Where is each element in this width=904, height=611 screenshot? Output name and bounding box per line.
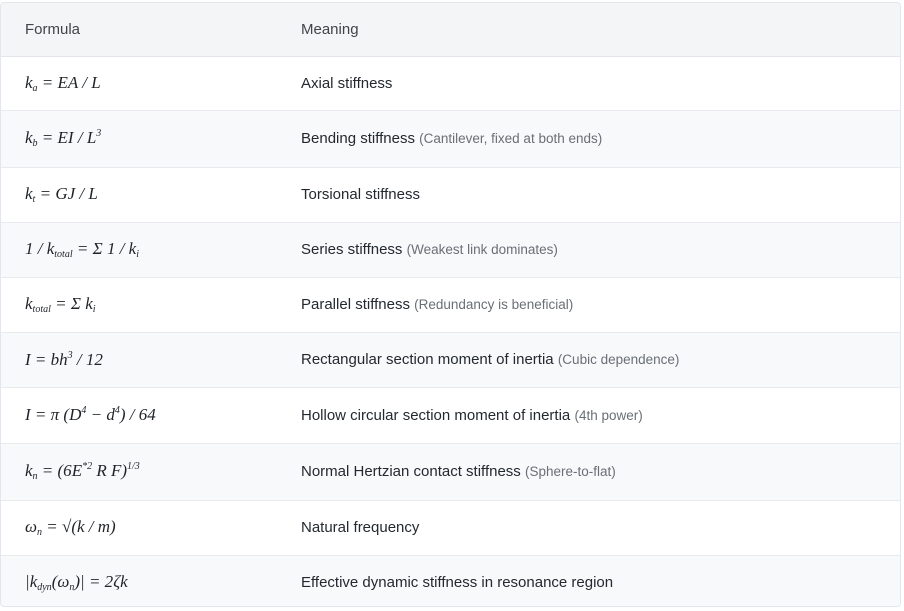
- formula-table: Formula Meaning ka = EA / L Axial stiffn…: [0, 2, 901, 607]
- formula-cell: kn = (6E*2 R F)1/3: [25, 461, 140, 482]
- header-formula: Formula: [1, 3, 277, 57]
- table-row: ka = EA / L Axial stiffness: [1, 56, 900, 110]
- header-meaning: Meaning: [277, 3, 900, 57]
- meaning-text: Effective dynamic stiffness in resonance…: [301, 573, 614, 591]
- formula-cell: ktotal = Σ ki: [25, 294, 96, 315]
- meaning-text: Bending stiffness: [301, 130, 415, 147]
- table-row: |kdyn(ωn)| = 2ζk Effective dynamic stiff…: [1, 555, 900, 606]
- meaning-text: Hollow circular section moment of inerti…: [301, 406, 571, 424]
- meaning-cell: Torsional stiffness: [277, 167, 900, 222]
- table-row: ωn = √(k / m) Natural frequency: [1, 500, 900, 555]
- formula-cell: I = bh3 / 12: [25, 349, 103, 369]
- meaning-cell: Effective dynamic stiffness in resonance…: [277, 555, 900, 606]
- meaning-cell: Bending stiffness (Cantilever, fixed at …: [277, 110, 900, 167]
- meaning-cell: Natural frequency: [277, 500, 900, 555]
- formula-cell: ka = EA / L: [25, 72, 101, 94]
- table-row: I = π (D4 − d4) / 64 Hollow circular sec…: [1, 387, 900, 443]
- meaning-cell: Parallel stiffness (Redundancy is benefi…: [277, 277, 900, 332]
- meaning-note: (Sphere-to-flat): [524, 464, 616, 479]
- meaning-text: Axial stiffness: [301, 74, 393, 92]
- table-row: kb = EI / L3 Bending stiffness (Cantilev…: [1, 110, 900, 167]
- formula-cell: kt = GJ / L: [25, 184, 98, 205]
- meaning-note: (Redundancy is beneficial): [414, 297, 574, 312]
- meaning-text: Natural frequency: [301, 519, 420, 536]
- table-row: ktotal = Σ ki Parallel stiffness (Redund…: [1, 277, 900, 332]
- formula-cell: I = π (D4 − d4) / 64: [25, 405, 156, 424]
- meaning-text: Parallel stiffness: [301, 296, 410, 313]
- table-row: kt = GJ / L Torsional stiffness: [1, 167, 900, 222]
- table-row: 1 / ktotal = Σ 1 / ki Series stiffness (…: [1, 222, 900, 277]
- table-header-row: Formula Meaning: [1, 3, 900, 57]
- meaning-note: (Cantilever, fixed at both ends): [419, 131, 603, 146]
- formula-cell: 1 / ktotal = Σ 1 / ki: [25, 239, 139, 260]
- meaning-cell: Axial stiffness: [277, 56, 900, 110]
- meaning-text: Rectangular section moment of inertia: [301, 351, 554, 368]
- meaning-cell: Normal Hertzian contact stiffness (Spher…: [277, 443, 900, 500]
- meaning-note: (Weakest link dominates): [406, 242, 558, 257]
- meaning-note: (4th power): [574, 407, 643, 423]
- formula-cell: |kdyn(ωn)| = 2ζk: [25, 571, 128, 593]
- meaning-cell: Series stiffness (Weakest link dominates…: [277, 222, 900, 277]
- formula-cell: ωn = √(k / m): [25, 517, 116, 538]
- table-row: kn = (6E*2 R F)1/3 Normal Hertzian conta…: [1, 443, 900, 500]
- meaning-text: Series stiffness: [301, 241, 403, 258]
- meaning-text: Torsional stiffness: [301, 186, 420, 203]
- meaning-cell: Rectangular section moment of inertia (C…: [277, 332, 900, 387]
- meaning-text: Normal Hertzian contact stiffness: [301, 463, 521, 480]
- formula-table-grid: Formula Meaning ka = EA / L Axial stiffn…: [1, 3, 900, 606]
- meaning-cell: Hollow circular section moment of inerti…: [277, 387, 900, 443]
- formula-cell: kb = EI / L3: [25, 128, 102, 149]
- table-row: I = bh3 / 12 Rectangular section moment …: [1, 332, 900, 387]
- meaning-note: (Cubic dependence): [557, 352, 680, 367]
